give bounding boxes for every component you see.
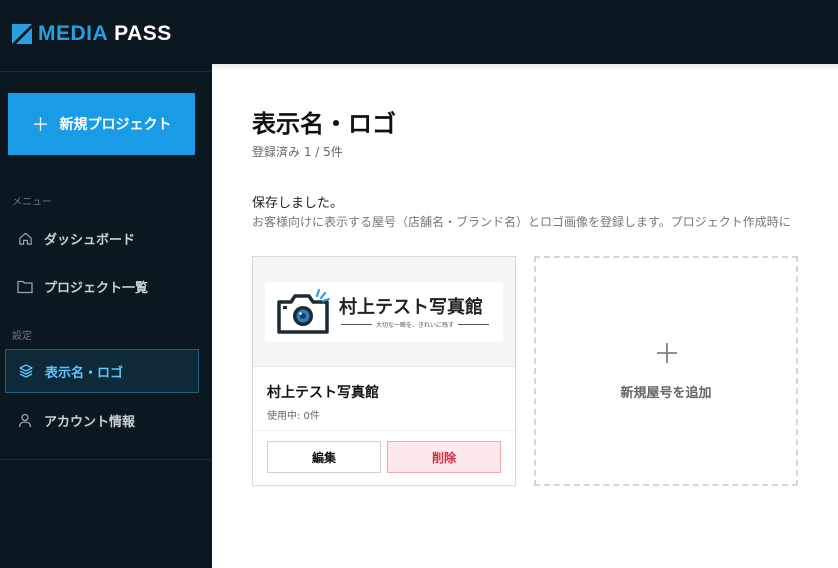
new-project-button[interactable]: ＋ 新規プロジェクト <box>8 93 195 155</box>
user-icon <box>17 412 33 428</box>
saved-message: 保存しました。 <box>252 196 344 211</box>
edit-button[interactable]: 編集 <box>267 441 381 473</box>
folder-icon <box>17 278 33 294</box>
card-divider <box>253 430 515 431</box>
delete-button[interactable]: 削除 <box>387 441 501 473</box>
page-description: お客様向けに表示する屋号（店舗名・ブランド名）とロゴ画像を登録します。プロジェク… <box>252 215 791 229</box>
brand-card: 村上テスト写真館 大切な一瞬を、きれいに残す 村上テスト写真館 使用中: 0件 … <box>252 256 516 486</box>
sidebar: ＋ 新規プロジェクト メニュー ダッシュボード プロジェクト一覧 設定 表示名・… <box>0 72 212 568</box>
registration-count: 登録済み 1 / 5件 <box>252 145 343 159</box>
brand-logo-name: 村上テスト写真館 <box>339 297 483 318</box>
home-icon <box>17 230 33 246</box>
new-project-label: 新規プロジェクト <box>59 117 172 133</box>
app-logo[interactable]: MEDIA PASS <box>12 22 172 46</box>
plus-icon: ＋ <box>31 115 50 136</box>
sidebar-divider-bottom <box>0 459 212 460</box>
sidebar-item-display-name-logo[interactable]: 表示名・ロゴ <box>5 349 199 393</box>
brand-logo-image: 村上テスト写真館 大切な一瞬を、きれいに残す <box>265 282 503 342</box>
plus-icon <box>657 343 677 363</box>
brand-tagline-text: 大切な一瞬を、きれいに残す <box>376 322 455 329</box>
brand-name: 村上テスト写真館 <box>267 385 379 401</box>
sidebar-item-account[interactable]: アカウント情報 <box>5 398 199 442</box>
layers-icon <box>18 363 34 379</box>
menu-section-label: メニュー <box>12 197 52 208</box>
sidebar-item-label: 表示名・ロゴ <box>45 365 124 381</box>
logo-media-text: MEDIA <box>38 22 109 45</box>
add-brand-label: 新規屋号を追加 <box>620 386 712 401</box>
top-bar: MEDIA PASS <box>0 0 838 64</box>
brand-usage: 使用中: 0件 <box>267 411 320 422</box>
sidebar-item-dashboard[interactable]: ダッシュボード <box>5 216 199 260</box>
page-title: 表示名・ロゴ <box>252 110 396 138</box>
brand-logo-preview: 村上テスト写真館 大切な一瞬を、きれいに残す <box>253 257 515 367</box>
add-brand-card[interactable]: 新規屋号を追加 <box>534 256 798 486</box>
brand-logo-tagline: 大切な一瞬を、きれいに残す <box>337 320 493 329</box>
header-shadow <box>212 64 838 70</box>
sidebar-item-label: プロジェクト一覧 <box>44 280 149 296</box>
main-content: 表示名・ロゴ 登録済み 1 / 5件 保存しました。 お客様向けに表示する屋号（… <box>212 64 838 568</box>
sidebar-item-label: アカウント情報 <box>44 414 136 430</box>
settings-section-label: 設定 <box>12 331 32 342</box>
camera-icon <box>277 288 331 334</box>
logo-mark-icon <box>12 24 32 44</box>
sidebar-item-projects[interactable]: プロジェクト一覧 <box>5 264 199 308</box>
sidebar-item-label: ダッシュボード <box>44 232 136 248</box>
logo-pass-text: PASS <box>114 22 172 45</box>
